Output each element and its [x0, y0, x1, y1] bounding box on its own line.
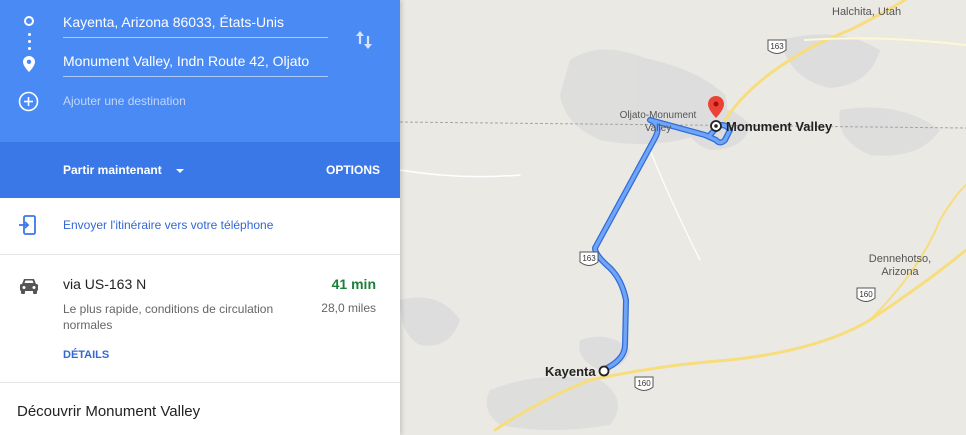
route-distance: 28,0 miles: [321, 301, 376, 315]
place-label-oljato: Oljato-Monument: [620, 110, 697, 121]
discover-destination-heading: Découvrir Monument Valley: [17, 403, 201, 420]
highway-shield-label: 163: [582, 254, 596, 263]
route-dot-icon: [28, 40, 31, 43]
highway-shield-us160-bottom: 160: [634, 376, 654, 391]
place-label-dennehotso: Dennehotso,: [869, 253, 931, 265]
destination-map-label: Monument Valley: [726, 119, 833, 134]
add-destination-field[interactable]: Ajouter une destination: [63, 94, 186, 108]
highway-shield-us163-top: 163: [767, 39, 787, 54]
map-canvas[interactable]: 163 163 160 160 Halchita, Utah Oljato-Mo…: [400, 0, 966, 435]
car-icon: [20, 279, 38, 294]
map-background: [400, 0, 966, 435]
destination-pin-icon: [23, 56, 35, 72]
origin-input[interactable]: Kayenta, Arizona 86033, États-Unis: [63, 10, 328, 38]
add-destination-icon[interactable]: [18, 91, 39, 112]
directions-panel: Kayenta, Arizona 86033, États-Unis Monum…: [0, 0, 400, 435]
swap-waypoints-icon[interactable]: [353, 29, 375, 51]
place-label-oljato-2: Valley: [645, 123, 672, 134]
origin-circle-icon: [24, 16, 34, 26]
send-to-phone-row[interactable]: Envoyer l'itinéraire vers votre téléphon…: [0, 198, 400, 255]
route-option[interactable]: via US-163 N 41 min Le plus rapide, cond…: [0, 255, 400, 383]
depart-time-dropdown[interactable]: Partir maintenant: [63, 163, 162, 177]
send-to-phone-link[interactable]: Envoyer l'itinéraire vers votre téléphon…: [63, 218, 273, 232]
route-dot-icon: [28, 47, 31, 50]
route-description: Le plus rapide, conditions de circulatio…: [63, 302, 274, 332]
options-button[interactable]: OPTIONS: [326, 163, 380, 177]
route-via-label: via US-163 N: [63, 276, 147, 292]
place-label-dennehotso-2: Arizona: [881, 266, 919, 278]
place-label-halchita: Halchita, Utah: [832, 6, 901, 18]
origin-map-label: Kayenta: [545, 364, 596, 379]
highway-shield-us160-right: 160: [856, 287, 876, 302]
origin-marker[interactable]: [598, 365, 610, 377]
highway-shield-label: 163: [770, 42, 784, 51]
highway-shield-us163-mid: 163: [579, 251, 599, 266]
highway-shield-label: 160: [859, 290, 873, 299]
route-dot-icon: [28, 33, 31, 36]
highway-shield-label: 160: [637, 379, 651, 388]
directions-header: Kayenta, Arizona 86033, États-Unis Monum…: [0, 0, 400, 142]
destination-input[interactable]: Monument Valley, Indn Route 42, Oljato: [63, 49, 328, 77]
route-duration: 41 min: [331, 276, 376, 292]
chevron-down-icon[interactable]: [176, 169, 184, 173]
origin-circle-icon: [598, 365, 610, 377]
send-to-phone-icon: [19, 215, 36, 235]
route-details-link[interactable]: DÉTAILS: [63, 349, 109, 361]
